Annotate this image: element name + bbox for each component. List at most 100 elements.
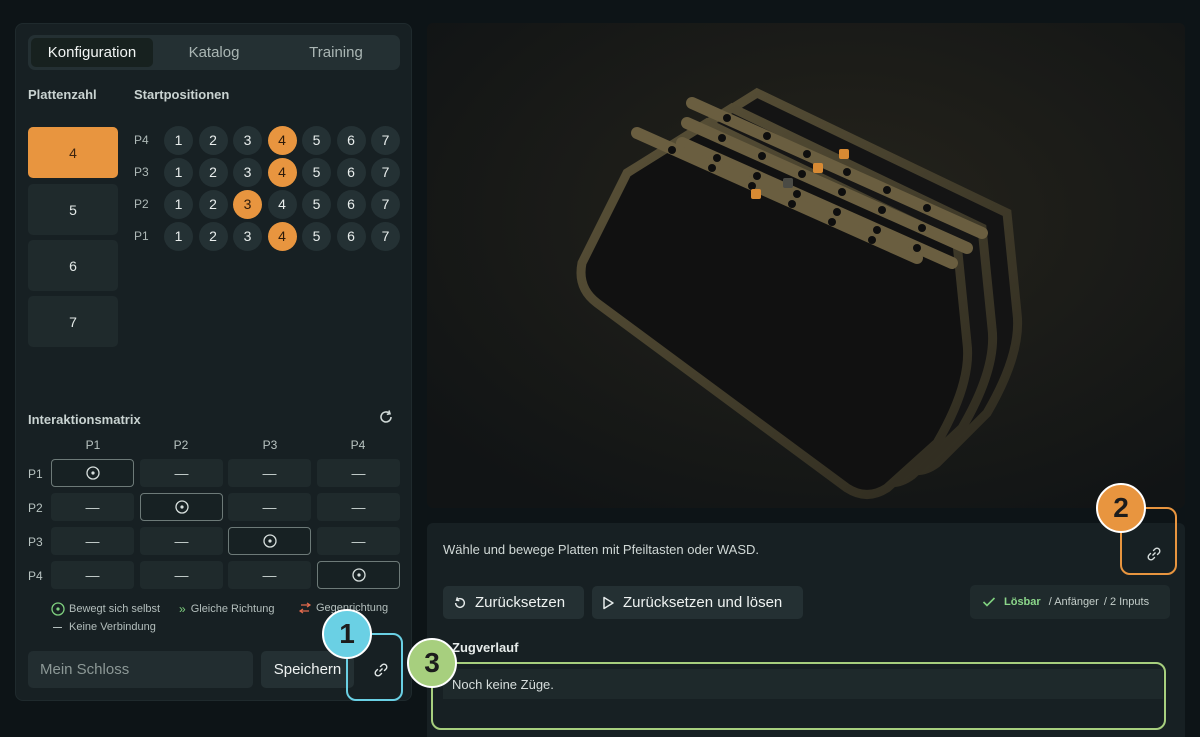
plattenzahl-label: Plattenzahl	[28, 87, 97, 102]
matrix-cell[interactable]: —	[51, 561, 134, 589]
level-label: / Anfänger	[1048, 596, 1099, 608]
position-cell-active[interactable]: 3	[233, 189, 262, 219]
position-cell[interactable]: 6	[336, 189, 366, 219]
lock-name-input[interactable]	[28, 651, 253, 688]
matrix-row-header: P1	[28, 467, 43, 481]
matrix-cell-self[interactable]	[51, 459, 134, 487]
plattenzahl-option-7[interactable]: 7	[28, 296, 118, 347]
matrix-cell-self[interactable]	[317, 561, 400, 589]
self-move-icon	[262, 534, 277, 548]
instructions-text: Wähle und bewege Platten mit Pfeiltasten…	[443, 542, 760, 557]
history-title: Zugverlauf	[452, 640, 519, 655]
matrix-cell[interactable]: —	[51, 493, 134, 521]
double-chevron-right-icon: »	[179, 602, 186, 616]
position-cell[interactable]: 5	[302, 125, 331, 155]
annotation-badge-2: 2	[1096, 483, 1146, 533]
matrix-row-header: P3	[28, 535, 43, 549]
matrix-cell[interactable]: —	[228, 561, 311, 589]
position-cell[interactable]: 1	[164, 157, 193, 187]
legend-same: » Gleiche Richtung	[179, 602, 274, 616]
position-cell-active[interactable]: 4	[267, 157, 297, 187]
config-panel: Konfiguration Katalog Training Plattenza…	[15, 23, 412, 701]
plattenzahl-option-5[interactable]: 5	[28, 184, 118, 235]
matrix-cell-self[interactable]	[140, 493, 223, 521]
reset-and-solve-button[interactable]: Zurücksetzen und lösen	[592, 586, 803, 619]
inputs-label: / 2 Inputs	[1103, 596, 1150, 608]
puzzle-render	[427, 23, 1185, 508]
startposition-row-p4: P4 1 2 3 4 5 6 7	[134, 125, 406, 155]
tab-katalog[interactable]: Katalog	[153, 38, 275, 67]
matrix-cell[interactable]: —	[140, 459, 223, 487]
reset-and-solve-label: Zurücksetzen und lösen	[623, 594, 783, 611]
reset-button[interactable]: Zurücksetzen	[443, 586, 584, 619]
matrix-col-header: P1	[85, 438, 101, 452]
reset-button-label: Zurücksetzen	[475, 594, 566, 611]
link-icon	[374, 663, 388, 677]
position-cell[interactable]: 5	[302, 157, 331, 187]
puzzle-3d-viewer[interactable]	[427, 23, 1185, 508]
matrix-cell-self[interactable]	[228, 527, 311, 555]
legend-self: Bewegt sich selbst	[51, 602, 160, 616]
position-cell-active[interactable]: 4	[267, 221, 297, 251]
matrix-cell[interactable]: —	[51, 527, 134, 555]
play-icon	[603, 596, 614, 609]
matrix-cell[interactable]: —	[317, 459, 400, 487]
position-cell[interactable]: 7	[371, 157, 400, 187]
startpositionen-label: Startpositionen	[134, 87, 230, 102]
matrix-col-header: P2	[173, 438, 189, 452]
startposition-row-p2: P2 1 2 3 4 5 6 7	[134, 189, 406, 219]
position-cell[interactable]: 2	[198, 189, 228, 219]
position-cell[interactable]: 5	[302, 189, 331, 219]
plattenzahl-option-4[interactable]: 4	[28, 127, 118, 178]
matrix-col-header: P4	[350, 438, 366, 452]
check-icon	[982, 597, 996, 607]
position-cell[interactable]: 6	[336, 221, 366, 251]
legend-none: Keine Verbindung	[53, 621, 156, 633]
annotation-badge-1: 1	[322, 609, 372, 659]
matrix-cell[interactable]: —	[140, 527, 223, 555]
tab-training[interactable]: Training	[275, 38, 397, 67]
position-cell[interactable]: 3	[233, 157, 262, 187]
position-cell[interactable]: 3	[233, 221, 262, 251]
link-icon	[1147, 547, 1161, 561]
annotation-badge-3: 3	[407, 638, 457, 688]
tab-konfiguration[interactable]: Konfiguration	[31, 38, 153, 67]
reset-matrix-icon[interactable]	[378, 409, 394, 425]
position-cell[interactable]: 2	[198, 221, 228, 251]
position-cell[interactable]: 7	[371, 189, 400, 219]
status-badge: Lösbar / Anfänger / 2 Inputs	[970, 585, 1170, 619]
matrix-cell[interactable]: —	[228, 459, 311, 487]
position-cell[interactable]: 7	[371, 125, 400, 155]
position-cell[interactable]: 3	[233, 125, 262, 155]
position-cell[interactable]: 2	[198, 125, 228, 155]
self-move-icon	[351, 568, 366, 582]
position-cell[interactable]: 1	[164, 189, 193, 219]
matrix-cell[interactable]: —	[228, 493, 311, 521]
position-cell[interactable]: 2	[198, 157, 228, 187]
startposition-row-p1: P1 1 2 3 4 5 6 7	[134, 221, 406, 251]
matrix-cell[interactable]: —	[317, 493, 400, 521]
plattenzahl-option-6[interactable]: 6	[28, 240, 118, 291]
position-cell[interactable]: 4	[267, 189, 297, 219]
position-cell[interactable]: 6	[336, 125, 366, 155]
reset-icon	[454, 596, 466, 608]
dash-icon	[53, 626, 62, 628]
copy-link-button[interactable]	[366, 655, 396, 685]
matrix-cell[interactable]: —	[317, 527, 400, 555]
solvable-label: Lösbar	[1004, 596, 1041, 608]
tab-bar: Konfiguration Katalog Training	[28, 35, 400, 70]
matrix-cell[interactable]: —	[140, 561, 223, 589]
position-cell[interactable]: 1	[164, 221, 193, 251]
opposite-arrows-icon	[298, 602, 312, 614]
share-link-button[interactable]	[1139, 539, 1169, 569]
position-cell-active[interactable]: 4	[267, 125, 297, 155]
row-label: P2	[134, 197, 149, 211]
position-cell[interactable]: 5	[302, 221, 331, 251]
legend-none-label: Keine Verbindung	[69, 621, 156, 633]
legend-self-label: Bewegt sich selbst	[69, 603, 161, 615]
self-move-icon	[85, 466, 100, 480]
position-cell[interactable]: 7	[371, 221, 400, 251]
position-cell[interactable]: 1	[164, 125, 193, 155]
position-cell[interactable]: 6	[336, 157, 366, 187]
self-move-icon	[51, 602, 65, 616]
